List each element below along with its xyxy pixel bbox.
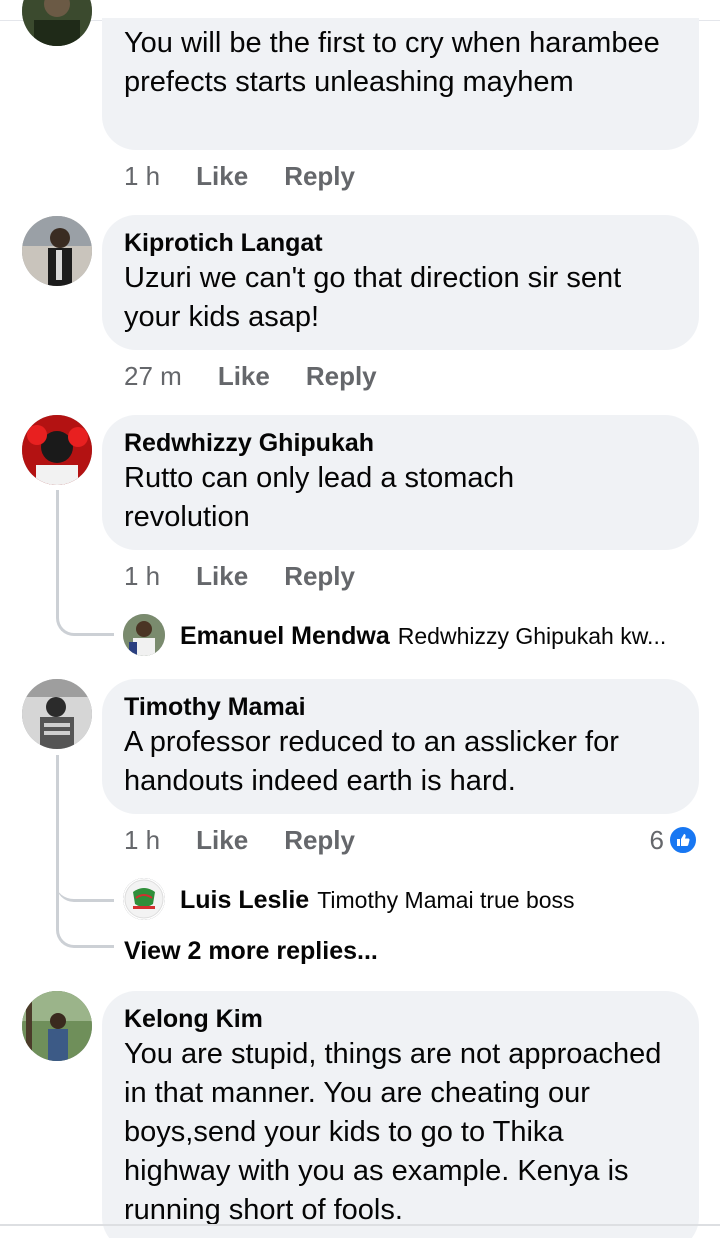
- like-button[interactable]: Like: [196, 161, 248, 192]
- comment-bubble: Redwhizzy Ghipukah Rutto can only lead a…: [102, 415, 699, 550]
- comments-page: You will be the first to cry when haramb…: [0, 0, 720, 1238]
- comment-author[interactable]: Kiprotich Langat: [124, 227, 677, 259]
- comment-time[interactable]: 27 m: [124, 361, 182, 392]
- avatar[interactable]: [22, 0, 92, 46]
- bottom-divider: [0, 1224, 720, 1226]
- comment-actions: 1 h Like Reply: [124, 159, 355, 193]
- comment-text: You are stupid, things are not approache…: [124, 1038, 662, 1226]
- reply-button[interactable]: Reply: [284, 561, 355, 592]
- thread-connector: [56, 880, 114, 902]
- comment-bubble: Kiprotich Langat Uzuri we can't go that …: [102, 215, 699, 350]
- like-button[interactable]: Like: [218, 361, 270, 392]
- reply-text: Timothy Mamai true boss: [317, 886, 575, 913]
- thread-connector: [56, 490, 114, 636]
- comment-author[interactable]: Kelong Kim: [124, 1003, 677, 1035]
- comment-text: You will be the first to cry when haramb…: [124, 27, 660, 98]
- comment-author[interactable]: Redwhizzy Ghipukah: [124, 427, 677, 459]
- avatar[interactable]: [22, 991, 92, 1061]
- comment-time[interactable]: 1 h: [124, 161, 160, 192]
- comment-text: Rutto can only lead a stomach revolution: [124, 462, 515, 533]
- avatar[interactable]: [123, 878, 165, 920]
- thread-connector: [56, 900, 114, 948]
- avatar[interactable]: [22, 415, 92, 485]
- comment-time[interactable]: 1 h: [124, 561, 160, 592]
- reply-button[interactable]: Reply: [284, 161, 355, 192]
- view-more-replies-link[interactable]: View 2 more replies...: [124, 937, 378, 966]
- like-button[interactable]: Like: [196, 825, 248, 856]
- thumbs-up-icon: [668, 825, 698, 855]
- reply-author[interactable]: Emanuel Mendwa: [180, 622, 390, 651]
- comment-bubble: You will be the first to cry when haramb…: [102, 18, 699, 150]
- comment-bubble: Timothy Mamai A professor reduced to an …: [102, 679, 699, 814]
- avatar[interactable]: [22, 679, 92, 749]
- comment-text: Uzuri we can't go that direction sir sen…: [124, 262, 622, 333]
- reaction-summary[interactable]: 6: [650, 823, 698, 857]
- comment-text: A professor reduced to an asslicker for …: [124, 726, 619, 797]
- reply-text: Redwhizzy Ghipukah kw...: [397, 622, 667, 649]
- comment-actions: 27 m Like Reply: [124, 359, 377, 393]
- like-button[interactable]: Like: [196, 561, 248, 592]
- comment-actions: 1 h Like Reply: [124, 823, 355, 857]
- reply-author[interactable]: Luis Leslie: [180, 886, 309, 915]
- reply-preview[interactable]: Emanuel Mendwa Redwhizzy Ghipukah kw...: [180, 614, 666, 658]
- comment-time[interactable]: 1 h: [124, 825, 160, 856]
- reply-button[interactable]: Reply: [306, 361, 377, 392]
- reply-preview[interactable]: Luis Leslie Timothy Mamai true boss: [180, 878, 575, 922]
- comment-actions: 1 h Like Reply: [124, 559, 355, 593]
- comment-bubble: Kelong Kim You are stupid, things are no…: [102, 991, 699, 1238]
- comment-author[interactable]: Timothy Mamai: [124, 691, 677, 723]
- avatar[interactable]: [22, 216, 92, 286]
- reaction-count: 6: [649, 824, 664, 855]
- avatar[interactable]: [123, 614, 165, 656]
- reply-button[interactable]: Reply: [284, 825, 355, 856]
